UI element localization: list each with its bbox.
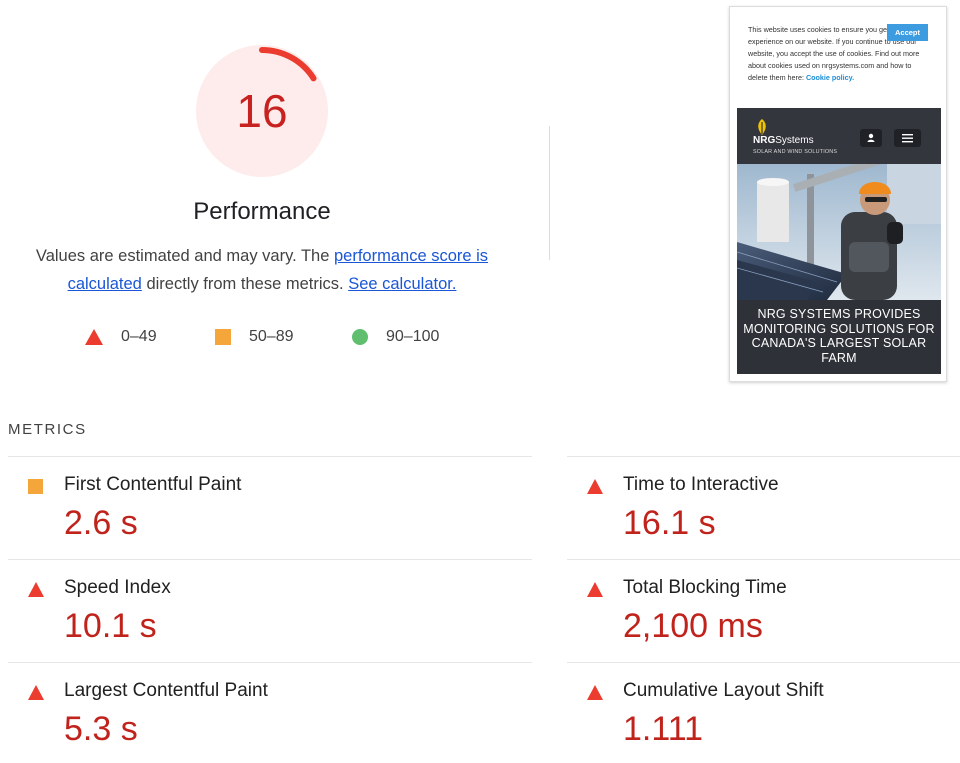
- performance-description: Values are estimated and may vary. The p…: [20, 242, 504, 298]
- metric-value: 2.6 s: [64, 504, 138, 542]
- triangle-icon: [85, 329, 103, 345]
- triangle-icon: [587, 582, 603, 597]
- leaf-logo-icon: [758, 119, 766, 135]
- metric-first-contentful-paint[interactable]: First Contentful Paint 2.6 s: [8, 456, 532, 560]
- metric-name: First Contentful Paint: [64, 474, 242, 495]
- hamburger-icon: [902, 134, 913, 143]
- square-icon: [215, 329, 231, 345]
- legend-range: 90–100: [386, 328, 440, 345]
- description-text-2: directly from these metrics.: [141, 275, 349, 293]
- score-legend: 0–49 50–89 90–100: [0, 326, 524, 348]
- metrics-heading: METRICS: [8, 421, 87, 438]
- site-logo-tagline: SOLAR AND WIND SOLUTIONS: [753, 149, 838, 155]
- vertical-divider: [549, 126, 550, 260]
- triangle-icon: [28, 685, 44, 700]
- metric-name: Cumulative Layout Shift: [623, 680, 824, 701]
- site-header: NRGSystems SOLAR AND WIND SOLUTIONS: [737, 108, 941, 164]
- triangle-icon: [28, 582, 44, 597]
- site-menu-button: [894, 129, 921, 147]
- triangle-icon: [587, 479, 603, 494]
- square-icon: [28, 479, 43, 494]
- metric-speed-index[interactable]: Speed Index 10.1 s: [8, 559, 532, 663]
- site-logo-text: NRGSystems: [753, 135, 814, 146]
- logo-bold: NRG: [753, 135, 776, 146]
- user-icon: [867, 133, 875, 142]
- lighthouse-report: 16 Performance Values are estimated and …: [0, 0, 960, 763]
- legend-pass: 90–100: [352, 326, 439, 348]
- metric-value: 5.3 s: [64, 710, 138, 748]
- site-preview: NRGSystems SOLAR AND WIND SOLUTIONS NRG …: [737, 108, 941, 374]
- circle-icon: [352, 329, 368, 345]
- triangle-icon: [587, 685, 603, 700]
- performance-score: 16: [236, 85, 288, 137]
- site-headline: NRG SYSTEMS PROVIDES MONITORING SOLUTION…: [743, 307, 935, 365]
- description-text-1: Values are estimated and may vary. The: [35, 247, 334, 265]
- metric-value: 16.1 s: [623, 504, 716, 542]
- metric-value: 1.111: [623, 710, 704, 748]
- metric-name: Speed Index: [64, 577, 171, 598]
- metric-name: Largest Contentful Paint: [64, 680, 268, 701]
- legend-range: 0–49: [121, 328, 157, 345]
- metric-total-blocking-time[interactable]: Total Blocking Time 2,100 ms: [567, 559, 960, 663]
- metric-cumulative-layout-shift[interactable]: Cumulative Layout Shift 1.111: [567, 662, 960, 763]
- page-screenshot[interactable]: This website uses cookies to ensure you …: [729, 6, 947, 382]
- legend-fail: 0–49: [85, 326, 157, 348]
- performance-gauge[interactable]: 16: [193, 42, 331, 180]
- metric-time-to-interactive[interactable]: Time to Interactive 16.1 s: [567, 456, 960, 560]
- logo-rest: Systems: [775, 135, 814, 146]
- cookie-policy-link: Cookie policy.: [805, 73, 855, 82]
- metric-value: 10.1 s: [64, 607, 157, 645]
- legend-average: 50–89: [215, 326, 294, 348]
- metric-value: 2,100 ms: [623, 607, 763, 645]
- accept-cookies-button: Accept: [887, 24, 928, 41]
- metric-name: Total Blocking Time: [623, 577, 787, 598]
- metric-largest-contentful-paint[interactable]: Largest Contentful Paint 5.3 s: [8, 662, 532, 763]
- site-user-button: [860, 129, 882, 147]
- legend-range: 50–89: [249, 328, 294, 345]
- metric-name: Time to Interactive: [623, 474, 779, 495]
- performance-title: Performance: [193, 198, 331, 225]
- hero-photo: [737, 164, 941, 300]
- see-calculator-link[interactable]: See calculator.: [348, 275, 456, 293]
